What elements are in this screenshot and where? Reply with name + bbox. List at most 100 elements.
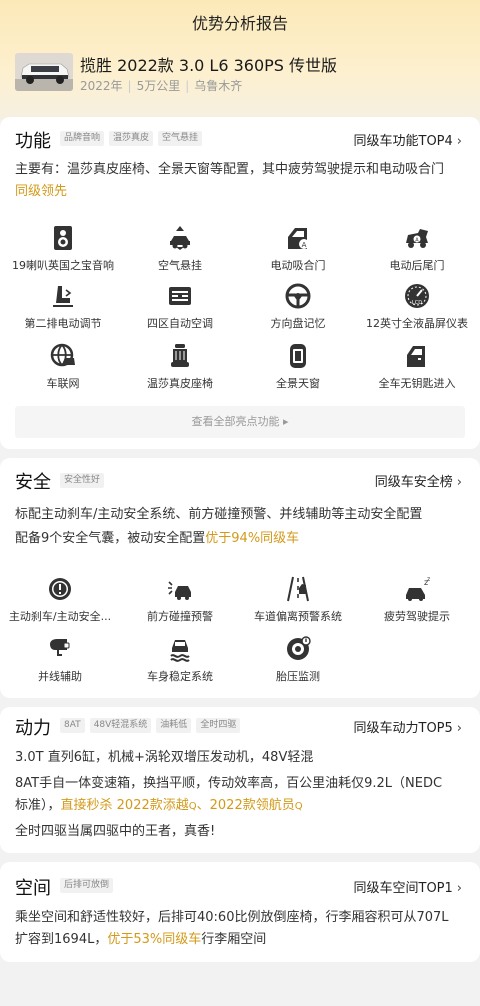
fatigue-alert-icon: zz — [406, 576, 430, 601]
power-title: 动力 — [15, 718, 51, 739]
feature-label: 温莎真皮座椅 — [147, 377, 213, 390]
tag: 8AT — [60, 718, 85, 733]
compare-link-label: 2022款领航员 — [209, 798, 295, 813]
tag: 油耗低 — [156, 718, 192, 733]
space-line-2-highlight: 优于53%同级车 — [107, 932, 202, 947]
feature-item[interactable]: 第二排电动调节 — [3, 283, 123, 331]
feature-item[interactable]: A 电动后尾门 — [357, 225, 477, 273]
report-header: 优势分析报告 揽胜 2022款 3.0 L6 360PS 传世版 2022年 | 5… — [0, 0, 480, 120]
power-rank-link[interactable]: 同级车动力TOP5 › — [354, 717, 463, 736]
power-tags: 8AT 48V轻混系统 油耗低 全时四驱 — [60, 718, 241, 733]
feature-item[interactable]: 方向盘记忆 — [238, 283, 358, 331]
function-summary: 主要有：温莎真皮座椅、全景天窗等配置，其中疲劳驾驶提示和电动吸合门 同级领先 — [15, 159, 465, 203]
feature-item[interactable]: 车联网 — [3, 343, 123, 391]
search-icon: Q — [188, 801, 197, 812]
feature-item[interactable]: 并线辅助 — [0, 636, 120, 684]
power-tailgate-icon: A — [406, 229, 428, 248]
safety-summary: 标配主动刹车/主动安全系统、前方碰撞预警、并线辅助等主动安全配置 配备9个安全气… — [15, 503, 465, 551]
air-suspension-icon — [170, 226, 190, 250]
chevron-right-icon: › — [456, 721, 462, 736]
compare-link-label: 直接秒杀 2022款添越 — [60, 798, 189, 813]
feature-label: 车身稳定系统 — [147, 670, 213, 683]
svg-text:A: A — [302, 241, 307, 249]
space-summary: 乘坐空间和舒适性较好，后排可40:60比例放倒座椅，行李厢容积可从707L 扩容… — [15, 907, 465, 951]
lane-departure-icon — [287, 576, 309, 602]
car-mileage: 5万公里 — [136, 79, 181, 93]
space-line-2-suffix: 行李厢空间 — [201, 932, 267, 947]
power-line-3: 标准）， — [15, 798, 61, 813]
panoramic-roof-icon — [290, 344, 306, 368]
svg-text:z: z — [427, 576, 430, 583]
page-title: 优势分析报告 — [191, 14, 288, 33]
feature-item[interactable]: 全景天窗 — [238, 343, 358, 391]
space-rank-link[interactable]: 同级车空间TOP1 › — [354, 877, 463, 896]
power-card: 动力 8AT 48V轻混系统 油耗低 全时四驱 同级车动力TOP5 › 3.0T … — [0, 707, 480, 853]
feature-label: 胎压监测 — [276, 670, 320, 683]
collision-warning-icon — [168, 581, 191, 600]
keyless-entry-icon — [407, 346, 425, 367]
safety-line-2: 配备9个安全气囊，被动安全配置 — [15, 531, 206, 546]
feature-item[interactable]: 全车无钥匙进入 — [357, 343, 477, 391]
view-all-features-button[interactable]: 查看全部亮点功能 ▸ — [15, 406, 465, 438]
tag: 后排可放倒 — [60, 878, 114, 893]
safety-line-2-highlight: 优于94%同级车 — [205, 531, 300, 546]
feature-item[interactable]: A 电动吸合门 — [238, 225, 358, 273]
feature-label: 车联网 — [46, 377, 80, 390]
safety-tags: 安全性好 — [60, 473, 105, 488]
tag: 48V轻混系统 — [89, 718, 152, 733]
svg-text:A: A — [415, 238, 419, 244]
feature-label: 电动吸合门 — [270, 259, 326, 272]
feature-item[interactable]: LCD 12英寸全液晶屏仪表 — [357, 283, 477, 331]
function-rank-link[interactable]: 同级车功能TOP4 › — [354, 130, 463, 149]
power-rank-label: 同级车动力TOP5 — [353, 721, 453, 736]
tire-pressure-icon — [287, 636, 311, 660]
tag: 安全性好 — [60, 473, 105, 488]
feature-label: 12英寸全液晶屏仪表 — [366, 317, 468, 330]
feature-item[interactable]: 空气悬挂 — [120, 225, 240, 273]
feature-label: 前方碰撞预警 — [147, 610, 213, 623]
space-line-1: 乘坐空间和舒适性较好，后排可40:60比例放倒座椅，行李厢容积可从707L — [15, 910, 449, 925]
speaker-icon — [54, 226, 72, 250]
compare-link-tengu[interactable]: 直接秒杀 2022款添越Q — [61, 798, 197, 813]
car-city: 乌鲁木齐 — [194, 79, 243, 93]
feature-item[interactable]: 车身稳定系统 — [120, 636, 240, 684]
car-meta: 2022年 | 5万公里 | 乌鲁木齐 — [80, 79, 243, 93]
blind-spot-icon — [50, 639, 70, 656]
feature-item[interactable]: 19喇叭英国之宝音响 — [3, 225, 123, 273]
feature-item[interactable]: 车道偏离预警系统 — [238, 576, 358, 624]
feature-label: 全车无钥匙进入 — [378, 377, 456, 390]
power-line-4: 全时四驱当属四驱中的王者，真香! — [15, 824, 216, 839]
chevron-right-icon: › — [456, 881, 462, 896]
safety-line-1: 标配主动刹车/主动安全系统、前方碰撞预警、并线辅助等主动安全配置 — [15, 507, 423, 522]
space-title: 空间 — [15, 878, 51, 899]
function-title: 功能 — [15, 131, 51, 152]
car-year: 2022年 — [80, 79, 123, 93]
tag: 全时四驱 — [196, 718, 241, 733]
power-line-1: 3.0T 直列6缸，机械+涡轮双增压发动机，48V轻混 — [15, 750, 314, 765]
safety-title: 安全 — [15, 472, 51, 493]
steering-wheel-icon — [285, 283, 311, 309]
tag: 温莎真皮 — [109, 131, 154, 146]
safety-rank-link[interactable]: 同级车安全榜 › — [375, 471, 462, 490]
feature-label: 全景天窗 — [276, 377, 320, 390]
feature-item[interactable]: 胎压监测 — [238, 636, 358, 684]
feature-label: 四区自动空调 — [147, 317, 213, 330]
safety-rank-label: 同级车安全榜 — [374, 475, 453, 490]
feature-item[interactable]: 主动刹车/主动安全... — [0, 576, 120, 624]
function-summary-highlight: 同级领先 — [15, 184, 68, 199]
feature-item[interactable]: 温莎真皮座椅 — [120, 343, 240, 391]
feature-label: 主动刹车/主动安全... — [8, 610, 112, 623]
tag: 品牌音响 — [60, 131, 105, 146]
space-line-2: 扩容到1694L， — [15, 932, 108, 947]
space-rank-label: 同级车空间TOP1 — [353, 881, 453, 896]
leather-seat-icon — [171, 344, 189, 367]
feature-item[interactable]: zz 疲劳驾驶提示 — [357, 576, 477, 624]
feature-item[interactable]: 四区自动空调 — [120, 283, 240, 331]
connected-car-icon — [50, 343, 75, 367]
feature-label: 电动后尾门 — [389, 259, 445, 272]
compare-link-navigator[interactable]: 2022款领航员Q — [210, 798, 303, 813]
feature-label: 方向盘记忆 — [270, 317, 326, 330]
car-thumbnail[interactable] — [15, 53, 73, 91]
feature-item[interactable]: 前方碰撞预警 — [120, 576, 240, 624]
tag: 空气悬挂 — [158, 131, 203, 146]
